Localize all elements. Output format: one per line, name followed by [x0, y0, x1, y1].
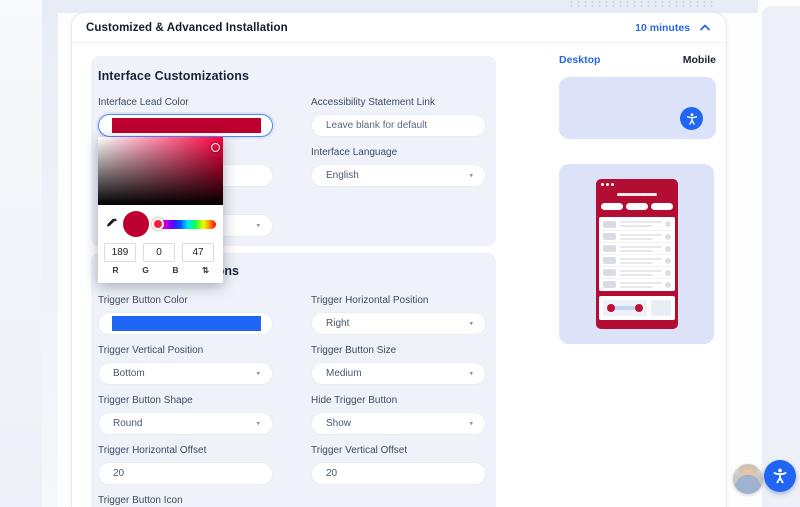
interface-lead-color-field: Interface Lead Color — [98, 97, 273, 137]
interface-language-label: Interface Language — [311, 147, 486, 159]
duration-label: 10 minutes — [635, 22, 690, 34]
trigger-button-shape-select[interactable]: Round ▾ — [98, 412, 273, 435]
eyedropper-icon[interactable] — [105, 218, 118, 231]
chevron-up-icon[interactable] — [700, 24, 710, 31]
collapse-toggle[interactable]: 10 minutes — [635, 22, 710, 34]
widget-header-pills — [596, 203, 678, 210]
trigger-button-color-field: Trigger Button Color — [98, 295, 273, 335]
background-left-strip — [42, 0, 58, 507]
widget-title-bar — [617, 193, 657, 196]
interface-language-select[interactable]: English ▾ — [311, 164, 486, 187]
trigger-button-size-select[interactable]: Medium ▾ — [311, 362, 486, 385]
trigger-color-value-bar — [112, 316, 261, 331]
tab-mobile[interactable]: Mobile — [683, 54, 716, 66]
chevron-down-icon: ▾ — [469, 369, 473, 377]
preview-tabs: Desktop Mobile — [559, 54, 716, 66]
trigger-horizontal-offset-field: Trigger Horizontal Offset — [98, 445, 273, 485]
chevron-down-icon: ▾ — [256, 221, 260, 229]
user-avatar[interactable] — [733, 464, 763, 494]
widget-header-dots — [596, 179, 678, 186]
widget-preview-box — [559, 164, 714, 344]
interface-lead-color-label: Interface Lead Color — [98, 97, 273, 109]
trigger-button-size-field: Trigger Button Size Medium ▾ — [311, 345, 486, 385]
interface-section-title: Interface Customizations — [98, 56, 496, 83]
trigger-button-shape-field: Trigger Button Shape Round ▾ — [98, 395, 273, 435]
trigger-horizontal-position-field: Trigger Horizontal Position Right ▾ — [311, 295, 486, 335]
trigger-vertical-position-field: Trigger Vertical Position Bottom ▾ — [98, 345, 273, 385]
saturation-area[interactable] — [98, 137, 223, 205]
trigger-horizontal-position-select[interactable]: Right ▾ — [311, 312, 486, 335]
accessibility-person-icon — [771, 467, 789, 485]
trigger-button-color-swatch[interactable] — [98, 312, 273, 335]
hide-trigger-button-field: Hide Trigger Button Show ▾ — [311, 395, 486, 435]
chevron-down-icon: ▾ — [469, 319, 473, 327]
tab-desktop[interactable]: Desktop — [559, 54, 600, 66]
lead-color-value-bar — [112, 118, 261, 133]
interface-lead-color-swatch[interactable] — [98, 114, 273, 137]
chevron-down-icon: ▾ — [469, 419, 473, 427]
interface-customizations-panel: Interface Customizations Interface Lead … — [91, 56, 496, 246]
saturation-handle[interactable] — [211, 143, 220, 152]
hue-slider[interactable] — [154, 220, 216, 229]
widget-option-list — [599, 217, 675, 291]
decorative-dots-pattern — [568, 0, 714, 8]
background-right-strip — [762, 6, 800, 507]
statement-link-field: Accessibility Statement Link — [311, 97, 486, 137]
interface-language-field: Interface Language English ▾ — [311, 147, 486, 187]
screen: Customized & Advanced Installation 10 mi… — [0, 0, 800, 507]
widget-slider-section — [599, 296, 675, 320]
installation-card: Customized & Advanced Installation 10 mi… — [71, 12, 727, 507]
chevron-down-icon: ▾ — [256, 369, 260, 377]
blue-input[interactable] — [182, 243, 214, 262]
widget-gray-box — [651, 300, 671, 316]
red-input[interactable] — [104, 243, 136, 262]
trigger-horizontal-offset-input[interactable] — [98, 462, 273, 485]
accessibility-person-icon — [685, 112, 699, 126]
desktop-preview-box — [559, 77, 716, 139]
chevron-down-icon: ▾ — [469, 171, 473, 179]
statement-link-label: Accessibility Statement Link — [311, 97, 486, 109]
card-title: Customized & Advanced Installation — [86, 22, 288, 34]
trigger-vertical-position-select[interactable]: Bottom ▾ — [98, 362, 273, 385]
trigger-vertical-offset-input[interactable] — [311, 462, 486, 485]
interface-language-value: English — [326, 170, 359, 181]
widget-slider — [603, 300, 647, 316]
hide-trigger-button-select[interactable]: Show ▾ — [311, 412, 486, 435]
current-color-swatch — [123, 211, 149, 237]
green-input[interactable] — [143, 243, 175, 262]
card-header: Customized & Advanced Installation 10 mi… — [72, 13, 726, 43]
green-label: G — [134, 265, 157, 275]
color-picker-popup: R G B ⇅ — [98, 137, 223, 283]
background-left-panel — [0, 0, 42, 507]
format-toggle-icon[interactable]: ⇅ — [194, 266, 217, 275]
trigger-customizations-panel: Trigger Customizations Trigger Button Co… — [91, 253, 496, 507]
accessibility-fab-button[interactable] — [764, 460, 796, 492]
statement-link-input[interactable] — [311, 114, 486, 137]
widget-mockup — [596, 179, 678, 329]
trigger-vertical-offset-field: Trigger Vertical Offset — [311, 445, 486, 485]
blue-label: B — [164, 265, 187, 275]
red-label: R — [104, 265, 127, 275]
accessibility-widget-button-preview — [680, 107, 703, 130]
chevron-down-icon: ▾ — [256, 419, 260, 427]
trigger-button-icon-field: Trigger Button Icon — [98, 495, 273, 507]
hue-handle[interactable] — [152, 218, 164, 230]
